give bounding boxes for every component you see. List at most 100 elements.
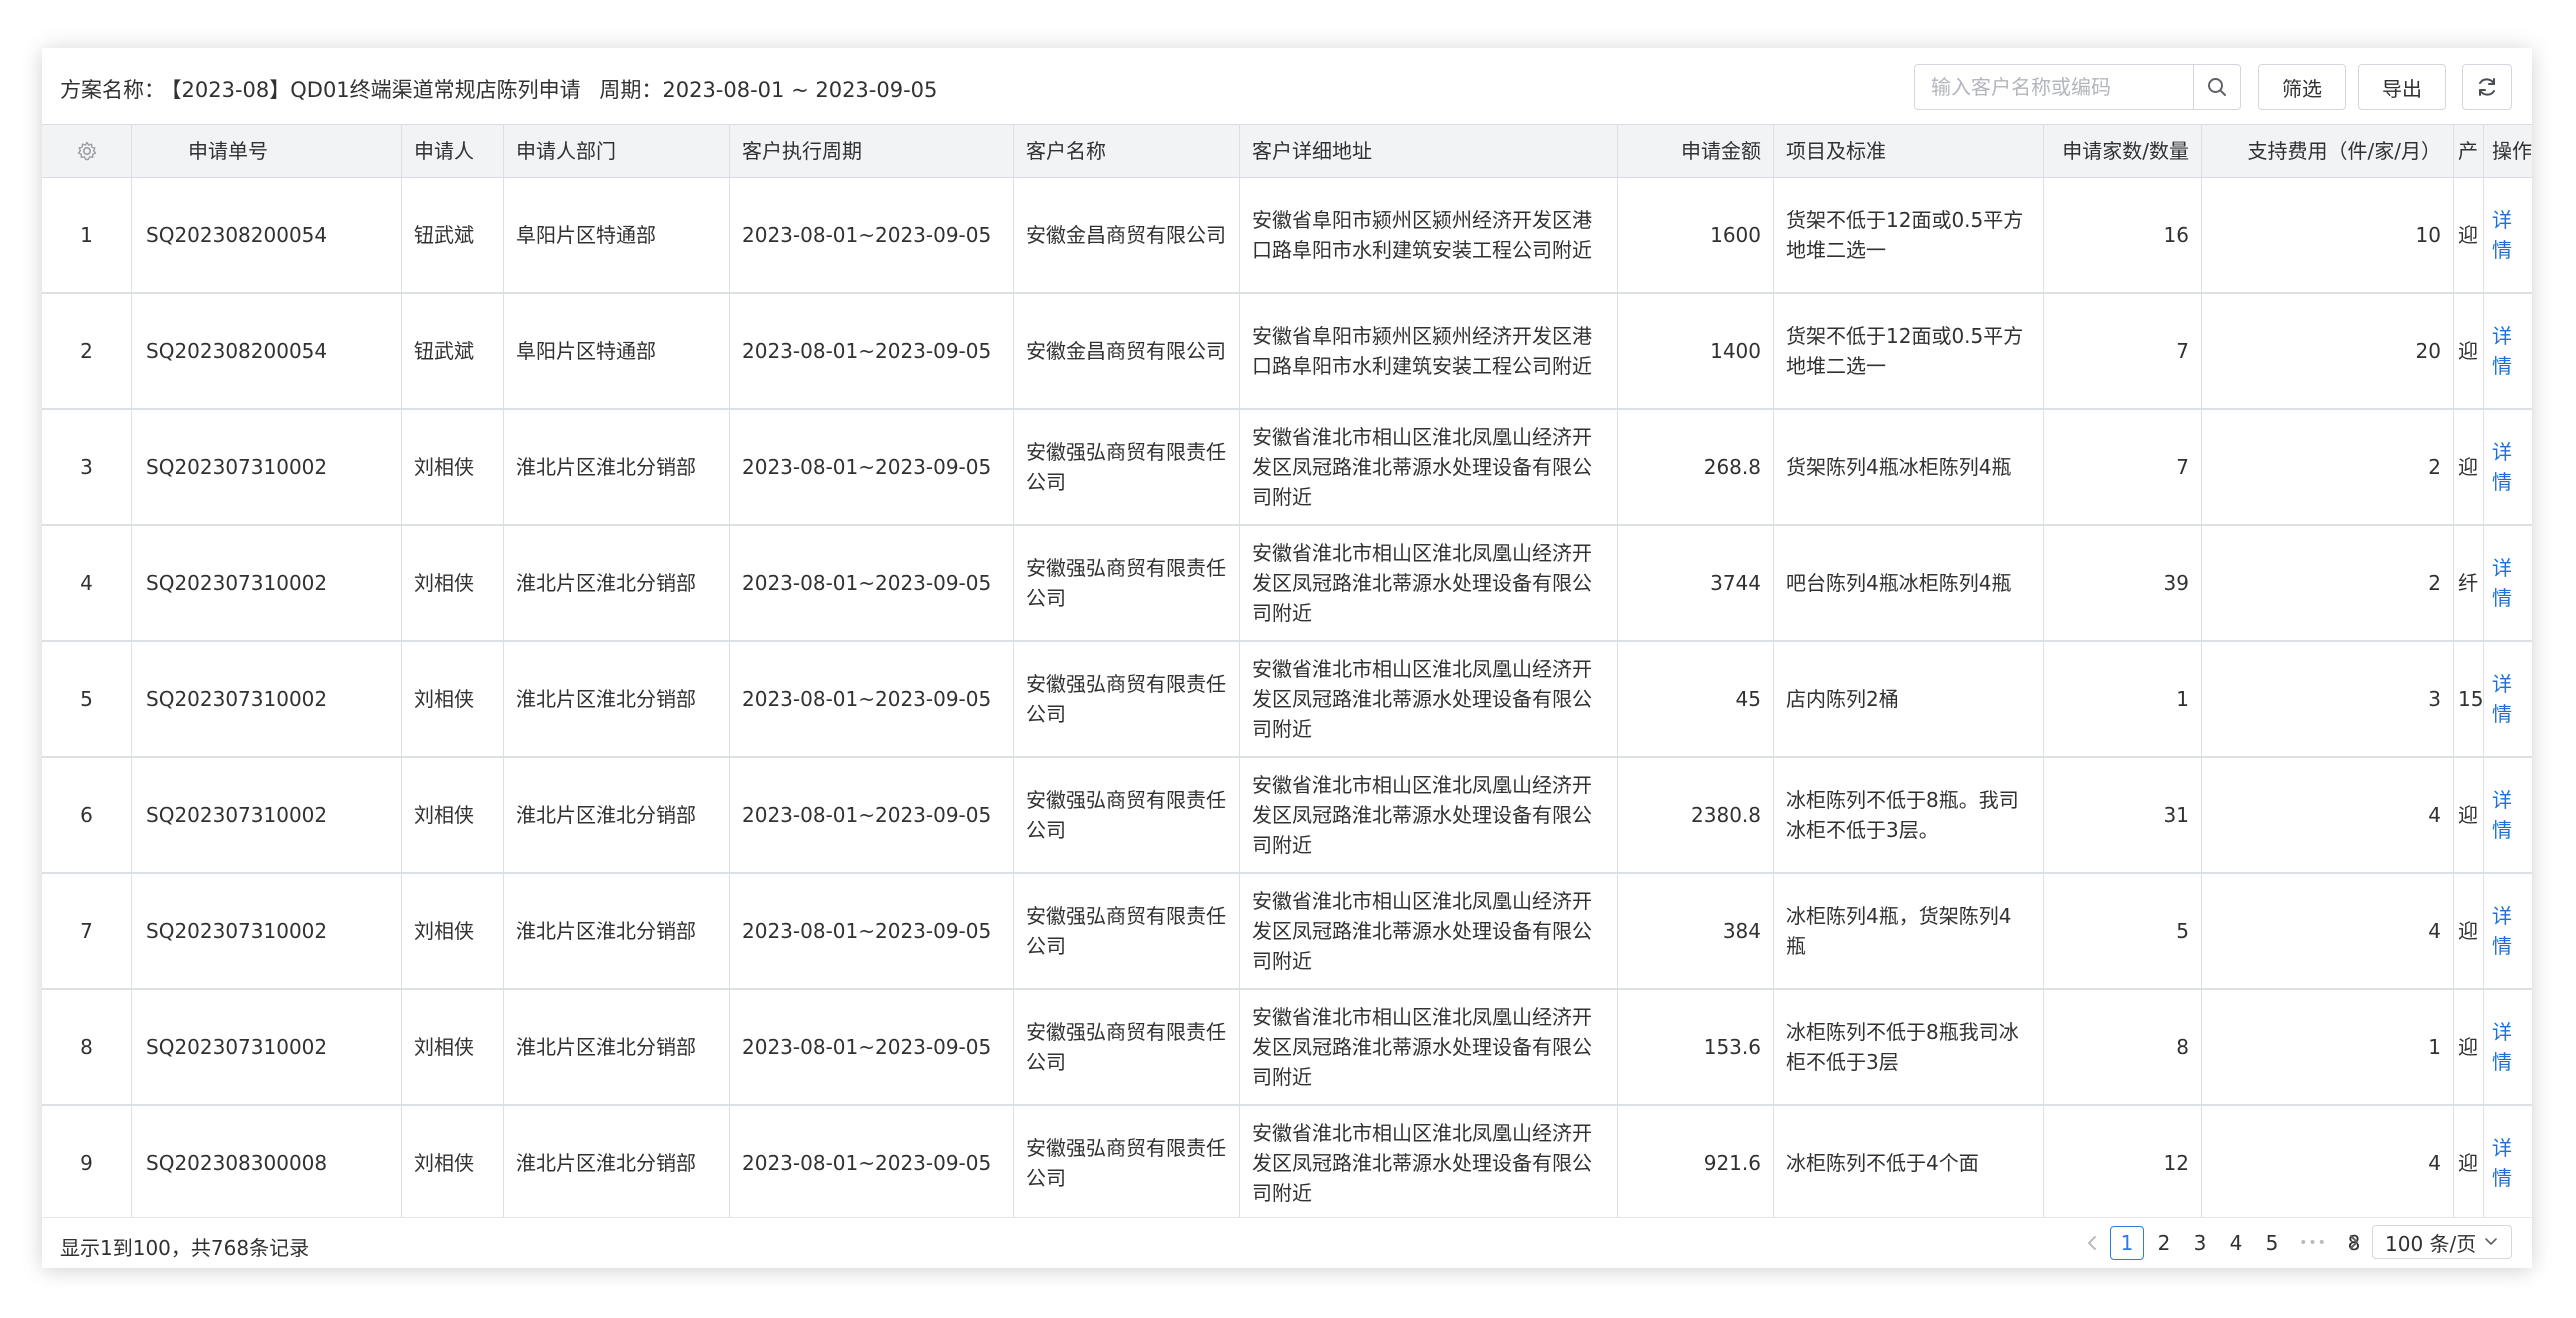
col-amount[interactable]: 申请金额 — [1618, 125, 1774, 177]
search-box[interactable] — [1914, 64, 2194, 110]
cell-address: 安徽省淮北市相山区淮北凤凰山经济开发区凤冠路淮北蒂源水处理设备有限公司附近 — [1240, 642, 1618, 756]
page-5[interactable]: 5 — [2256, 1226, 2288, 1260]
cell-action[interactable]: 详情 — [2484, 1106, 2532, 1217]
cell-action[interactable]: 详情 — [2484, 990, 2532, 1104]
detail-link[interactable]: 详情 — [2492, 669, 2524, 729]
cell-applicant: 刘相侠 — [402, 642, 504, 756]
col-customer[interactable]: 客户名称 — [1014, 125, 1240, 177]
cell-period: 2023-08-01~2023-09-05 — [730, 294, 1014, 408]
detail-link[interactable]: 详情 — [2492, 1017, 2524, 1077]
cell-text: 冰柜陈列不低于4个面 — [1786, 1151, 1979, 1175]
prev-page-button[interactable] — [2080, 1226, 2104, 1260]
cell-order-no: SQ202307310002 — [132, 526, 402, 640]
cell-action[interactable]: 详情 — [2484, 642, 2532, 756]
cell-address: 安徽省阜阳市颍州区颍州经济开发区港口路阜阳市水利建筑安装工程公司附近 — [1240, 178, 1618, 292]
page-1[interactable]: 1 — [2110, 1226, 2144, 1260]
col-address[interactable]: 客户详细地址 — [1240, 125, 1618, 177]
page-3[interactable]: 3 — [2184, 1226, 2216, 1260]
detail-link[interactable]: 详情 — [2492, 437, 2524, 497]
cell-action[interactable]: 详情 — [2484, 526, 2532, 640]
cell-department: 阜阳片区特通部 — [504, 178, 730, 292]
cell-text: 刘相侠 — [414, 803, 474, 827]
column-settings[interactable] — [42, 125, 132, 177]
col-action: 操作 — [2492, 139, 2532, 163]
table-row[interactable]: 3 SQ202307310002 刘相侠 淮北片区淮北分销部 2023-08-01~20… — [42, 410, 2532, 526]
cell-text: 淮北片区淮北分销部 — [516, 455, 696, 479]
page-ellipsis[interactable]: ••• — [2292, 1226, 2334, 1260]
cell-text: 货架陈列4瓶冰柜陈列4瓶 — [1786, 455, 2012, 479]
page-4[interactable]: 4 — [2220, 1226, 2252, 1260]
cell-idx: 5 — [42, 642, 132, 756]
table-row[interactable]: 4 SQ202307310002 刘相侠 淮北片区淮北分销部 2023-08-01~20… — [42, 526, 2532, 642]
detail-link[interactable]: 详情 — [2492, 901, 2524, 961]
cell-address: 安徽省淮北市相山区淮北凤凰山经济开发区凤冠路淮北蒂源水处理设备有限公司附近 — [1240, 410, 1618, 524]
cell-idx: 8 — [42, 990, 132, 1104]
table-row[interactable]: 9 SQ202308300008 刘相侠 淮北片区淮北分销部 2023-08-01~20… — [42, 1106, 2532, 1217]
table-row[interactable]: 2 SQ202308200054 钮武斌 阜阳片区特通部 2023-08-01~2023… — [42, 294, 2532, 410]
cell-text: 阜阳片区特通部 — [516, 339, 656, 363]
detail-link[interactable]: 详情 — [2492, 321, 2524, 381]
cell-order-no: SQ202308200054 — [132, 294, 402, 408]
cell-action[interactable]: 详情 — [2484, 874, 2532, 988]
col-product[interactable]: 产 — [2454, 125, 2484, 177]
cell-text: 2023-08-01~2023-09-05 — [742, 571, 992, 595]
cell-text: 淮北片区淮北分销部 — [516, 571, 696, 595]
cell-text: 安徽强弘商贸有限责任公司 — [1026, 904, 1226, 958]
col-department[interactable]: 申请人部门 — [504, 125, 730, 177]
table-row[interactable]: 6 SQ202307310002 刘相侠 淮北片区淮北分销部 2023-08-01~20… — [42, 758, 2532, 874]
cell-text: 20 — [2415, 339, 2441, 363]
cell-action[interactable]: 详情 — [2484, 178, 2532, 292]
cell-count: 7 — [2044, 294, 2202, 408]
col-count[interactable]: 申请家数/数量 — [2044, 125, 2202, 177]
search-button[interactable] — [2193, 64, 2241, 110]
cell-action[interactable]: 详情 — [2484, 410, 2532, 524]
page-size-select[interactable]: 100 条/页 — [2372, 1225, 2512, 1259]
cell-customer: 安徽强弘商贸有限责任公司 — [1014, 410, 1240, 524]
record-summary: 显示1到100，共768条记录 — [60, 1236, 310, 1260]
cell-text: SQ202307310002 — [146, 687, 328, 711]
table-row[interactable]: 1 SQ202308200054 钮武斌 阜阳片区特通部 2023-08-01~2023… — [42, 178, 2532, 294]
cell-product: 迎 — [2454, 874, 2484, 988]
data-table: 申请单号 申请人 申请人部门 客户执行周期 客户名称 客户详细地址 申请金额 项… — [42, 124, 2532, 1217]
table-row[interactable]: 5 SQ202307310002 刘相侠 淮北片区淮北分销部 2023-08-01~20… — [42, 642, 2532, 758]
cell-action[interactable]: 详情 — [2484, 758, 2532, 872]
col-fee[interactable]: 支持费用（件/家/月） — [2202, 125, 2454, 177]
col-period[interactable]: 客户执行周期 — [730, 125, 1014, 177]
export-button[interactable]: 导出 — [2358, 64, 2446, 110]
page-2[interactable]: 2 — [2148, 1226, 2180, 1260]
cell-text: 2023-08-01~2023-09-05 — [742, 339, 992, 363]
col-order-no[interactable]: 申请单号 — [132, 125, 402, 177]
detail-link[interactable]: 详情 — [2492, 1133, 2524, 1193]
table-row[interactable]: 8 SQ202307310002 刘相侠 淮北片区淮北分销部 2023-08-01~20… — [42, 990, 2532, 1106]
cell-text: 12 — [2163, 1151, 2189, 1175]
cell-order-no: SQ202307310002 — [132, 758, 402, 872]
cell-project: 货架不低于12面或0.5平方地堆二选一 — [1774, 294, 2044, 408]
next-page-button[interactable] — [2342, 1225, 2366, 1259]
cell-text: 安徽强弘商贸有限责任公司 — [1026, 672, 1226, 726]
cell-applicant: 刘相侠 — [402, 874, 504, 988]
cell-text: 31 — [2163, 803, 2189, 827]
cell-text: 淮北片区淮北分销部 — [516, 1035, 696, 1059]
cell-project: 货架陈列4瓶冰柜陈列4瓶 — [1774, 410, 2044, 524]
cell-text: 1600 — [1710, 223, 1761, 247]
cell-text: 安徽省淮北市相山区淮北凤凰山经济开发区凤冠路淮北蒂源水处理设备有限公司附近 — [1252, 1121, 1592, 1205]
col-applicant[interactable]: 申请人 — [402, 125, 504, 177]
detail-link[interactable]: 详情 — [2492, 205, 2524, 265]
cell-count: 31 — [2044, 758, 2202, 872]
detail-link[interactable]: 详情 — [2492, 553, 2524, 613]
col-project[interactable]: 项目及标准 — [1774, 125, 2044, 177]
filter-button[interactable]: 筛选 — [2258, 64, 2346, 110]
cell-amount: 45 — [1618, 642, 1774, 756]
table-row[interactable]: 7 SQ202307310002 刘相侠 淮北片区淮北分销部 2023-08-01~20… — [42, 874, 2532, 990]
cell-count: 39 — [2044, 526, 2202, 640]
detail-link[interactable]: 详情 — [2492, 785, 2524, 845]
cell-text: 4 — [2428, 919, 2441, 943]
cell-action[interactable]: 详情 — [2484, 294, 2532, 408]
cell-text: 淮北片区淮北分销部 — [516, 919, 696, 943]
cell-period: 2023-08-01~2023-09-05 — [730, 758, 1014, 872]
cell-text: 刘相侠 — [414, 1035, 474, 1059]
refresh-button[interactable] — [2462, 64, 2512, 110]
search-input[interactable] — [1915, 65, 2193, 109]
cell-address: 安徽省淮北市相山区淮北凤凰山经济开发区凤冠路淮北蒂源水处理设备有限公司附近 — [1240, 526, 1618, 640]
cell-text: 1 — [2428, 1035, 2441, 1059]
